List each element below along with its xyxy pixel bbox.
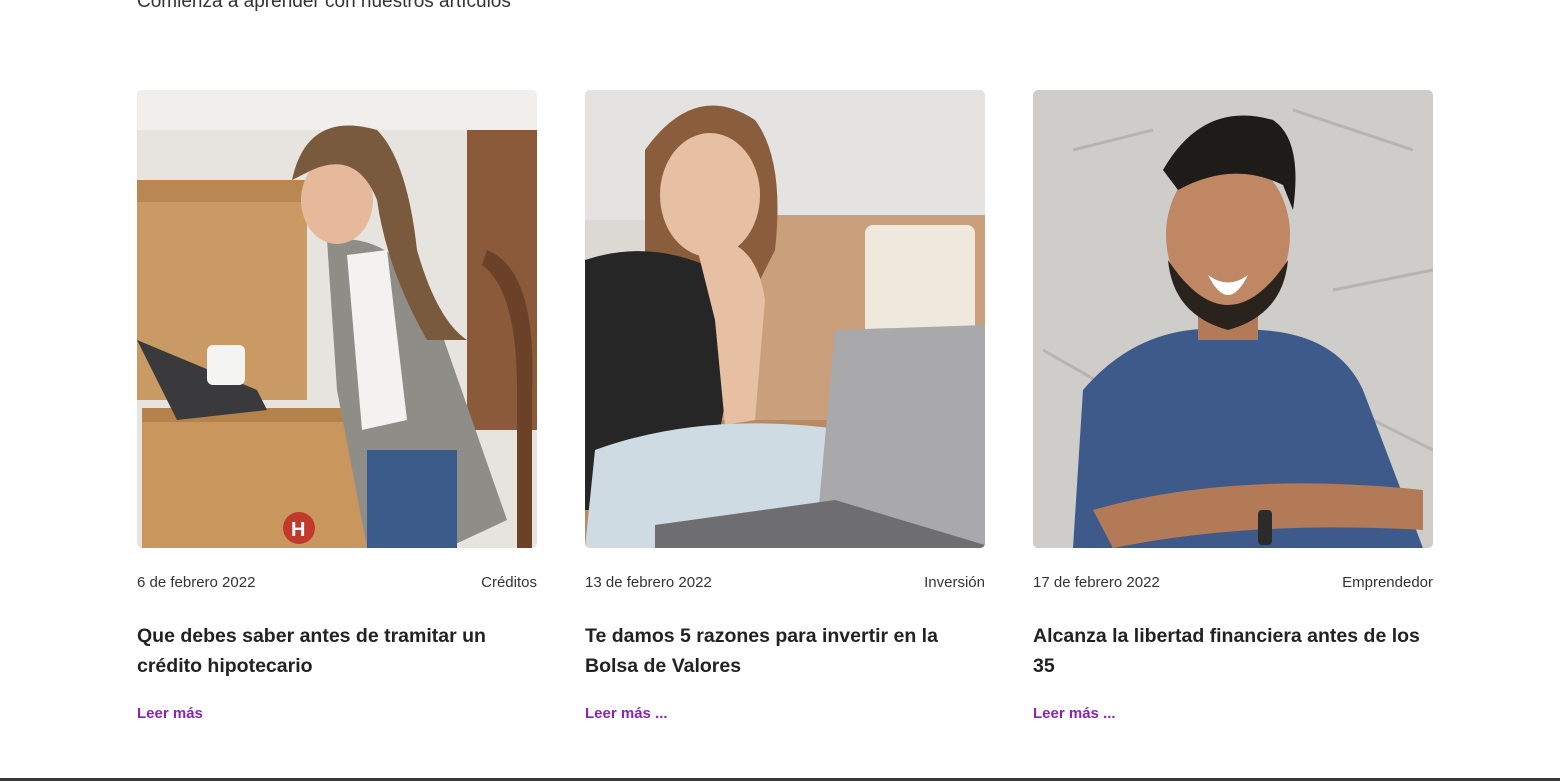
article-title[interactable]: Alcanza la libertad financiera antes de … bbox=[1033, 621, 1433, 681]
article-title[interactable]: Te damos 5 razones para invertir en la B… bbox=[585, 621, 985, 681]
article-image[interactable] bbox=[585, 90, 985, 548]
read-more-link[interactable]: Leer más bbox=[137, 705, 203, 722]
article-category[interactable]: Emprendedor bbox=[1342, 574, 1433, 591]
read-more-link[interactable]: Leer más ... bbox=[1033, 705, 1116, 722]
article-card: 17 de febrero 2022 Emprendedor Alcanza l… bbox=[1033, 90, 1433, 722]
article-meta: 6 de febrero 2022 Créditos bbox=[137, 574, 537, 594]
article-card: H 6 de febrero 2022 Créditos Que debes s… bbox=[137, 90, 537, 722]
article-category[interactable]: Créditos bbox=[481, 574, 537, 591]
section-subtitle: Comienza a aprender con nuestros artícul… bbox=[137, 0, 511, 12]
article-image[interactable] bbox=[1033, 90, 1433, 548]
svg-text:H: H bbox=[291, 519, 305, 541]
article-card: 13 de febrero 2022 Inversión Te damos 5 … bbox=[585, 90, 985, 722]
article-date: 13 de febrero 2022 bbox=[585, 574, 712, 591]
article-category[interactable]: Inversión bbox=[924, 574, 985, 591]
article-image[interactable]: H bbox=[137, 90, 537, 548]
read-more-link[interactable]: Leer más ... bbox=[585, 705, 668, 722]
article-date: 6 de febrero 2022 bbox=[137, 574, 256, 591]
article-meta: 17 de febrero 2022 Emprendedor bbox=[1033, 574, 1433, 594]
article-meta: 13 de febrero 2022 Inversión bbox=[585, 574, 985, 594]
article-title[interactable]: Que debes saber antes de tramitar un cré… bbox=[137, 621, 537, 681]
article-date: 17 de febrero 2022 bbox=[1033, 574, 1160, 591]
